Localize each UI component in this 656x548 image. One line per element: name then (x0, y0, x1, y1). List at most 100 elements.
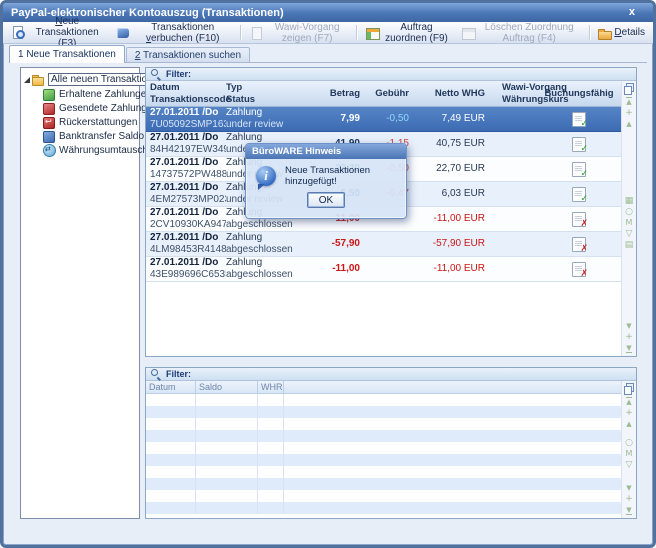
transaction-row[interactable]: 27.01.2011 /Do 7U05092SMP163920N Zahlung… (146, 107, 622, 132)
saldo-table-body (146, 394, 622, 518)
copy-rows-icon[interactable] (625, 241, 634, 249)
empty-row (146, 502, 622, 514)
column-header[interactable]: Typ Status (226, 81, 306, 106)
bookable-status-icon (572, 187, 586, 202)
transaction-date: 27.01.2011 /Do (150, 232, 226, 244)
tree-item[interactable]: Gesendete Zahlungen (21, 101, 139, 115)
empty-row (146, 394, 622, 406)
add-icon[interactable] (625, 409, 633, 417)
app-window: PayPal-elektronischer Kontoauszug (Trans… (0, 0, 656, 548)
toolbar-button[interactable]: Details (592, 24, 650, 42)
transaction-type: Zahlung (226, 232, 306, 244)
columns-icon[interactable] (625, 197, 634, 205)
copy-icon[interactable] (624, 383, 634, 394)
column-header-datum[interactable]: Datum (146, 381, 196, 393)
column-header-whr[interactable]: WHR (258, 381, 284, 393)
wawi-cell (487, 207, 547, 231)
toolbar-button[interactable]: Auftrag zuordnen (F9) (360, 20, 456, 46)
sent-icon (43, 102, 55, 114)
hinweis-dialog: BüroWARE Hinweis Neue Transaktionen hinz… (245, 143, 407, 219)
toolbar-button-group: Auftrag zuordnen (F9) (360, 20, 456, 46)
filter-bar[interactable]: Filter: (146, 68, 636, 81)
grid-icon (365, 26, 379, 40)
close-button[interactable]: x (629, 7, 635, 18)
docgray-icon (249, 26, 263, 40)
tree-item[interactable]: Rückerstattungen (21, 115, 139, 129)
toolbar-button[interactable]: Löschen Zuordnung Auftrag (F4) (456, 20, 586, 46)
toolbar-separator (589, 25, 590, 40)
scroll-bottom-icon[interactable] (626, 344, 631, 353)
saldo-filter-bar[interactable]: Filter: (146, 368, 636, 381)
toolbar-button-label: Details (614, 27, 645, 38)
column-header[interactable]: Netto WHG (411, 81, 487, 106)
transaction-row[interactable]: 27.01.2011 /Do 4LM98453R41486714 Zahlung… (146, 232, 622, 257)
column-header[interactable]: Betrag (306, 81, 362, 106)
wawi-cell (487, 257, 547, 281)
scroll-bottom-icon[interactable] (626, 506, 631, 515)
mark-icon[interactable] (626, 219, 633, 227)
transaction-amount: -57,90 (332, 238, 360, 250)
transaction-net: -11,00 EUR (433, 263, 485, 275)
copy-icon[interactable] (624, 83, 634, 94)
ok-button[interactable]: OK (307, 192, 345, 208)
empty-row (146, 454, 622, 466)
transaction-net: 40,75 EUR (436, 138, 485, 150)
funnel-icon[interactable] (626, 461, 633, 469)
add-icon[interactable] (625, 495, 633, 503)
column-header[interactable]: Buchungsfähig (547, 81, 611, 106)
search-icon[interactable] (625, 208, 633, 216)
scroll-top-icon[interactable] (626, 397, 631, 406)
down-icon[interactable] (626, 484, 631, 492)
gridgray-icon (461, 26, 475, 40)
tree-item-all-transactions[interactable]: Alle neuen Transaktionen (21, 72, 139, 87)
transaction-status: abgeschlossen (226, 244, 306, 256)
column-header[interactable]: Gebühr (362, 81, 411, 106)
book-icon (116, 26, 130, 40)
up-icon[interactable] (626, 420, 631, 428)
dialog-titlebar[interactable]: BüroWARE Hinweis (246, 144, 406, 159)
transaction-row[interactable]: 27.01.2011 /Do 43E989696C6535442 Zahlung… (146, 257, 622, 282)
toolbar-button[interactable]: Wawi-Vorgang zeigen (F7) (244, 20, 354, 46)
tree-item[interactable]: Banktransfer Saldo (21, 129, 139, 143)
toolbar-separator (240, 25, 241, 40)
add-icon[interactable] (625, 109, 633, 117)
column-header-saldo[interactable]: Saldo (196, 381, 258, 393)
transaction-net: -57,90 EUR (433, 238, 485, 250)
wawi-cell (487, 107, 547, 131)
transaction-amount: -11,00 (332, 263, 360, 275)
transaction-code: 84H42197EW349273P (150, 144, 226, 156)
transaction-status: under review (226, 119, 306, 131)
mark-icon[interactable] (626, 450, 633, 458)
down-icon[interactable] (626, 322, 631, 330)
empty-row (146, 442, 622, 454)
transaction-type: Zahlung (226, 257, 306, 269)
search-icon[interactable] (625, 439, 633, 447)
toolbar-button-group: Details (592, 24, 650, 42)
saldo-side-toolbar (621, 381, 636, 518)
tree-item-label: Rückerstattungen (59, 117, 137, 128)
tree-item-label: Währungsumtausch (59, 145, 148, 156)
column-header[interactable]: Datum Transaktionscode (150, 81, 226, 106)
tab[interactable]: 2 Transaktionen suchen (126, 47, 250, 62)
up-icon[interactable] (626, 120, 631, 128)
column-header[interactable]: Wawi-Vorgang Währungskurs (487, 81, 547, 106)
tree-expander-icon[interactable] (24, 77, 30, 83)
tab-bar: 1 Neue Transaktionen 2 Transaktionen suc… (9, 44, 647, 63)
scroll-top-icon[interactable] (626, 97, 631, 106)
funnel-icon[interactable] (626, 230, 633, 238)
tree-item[interactable]: Währungsumtausch (21, 143, 139, 157)
bookable-status-icon (572, 162, 586, 177)
toolbar-button[interactable]: Transaktionen verbuchen (F10) (111, 20, 237, 46)
tab[interactable]: 1 Neue Transaktionen (9, 45, 125, 63)
dialog-message: Neue Transaktionen hinzugefügt! (285, 165, 400, 187)
tab-label: 2 Transaktionen suchen (135, 50, 241, 61)
toolbar-separator (356, 25, 357, 40)
category-tree: Alle neuen Transaktionen Erhaltene Zahlu… (20, 67, 140, 519)
received-icon (43, 88, 55, 100)
toolbar-button-label: Auftrag zuordnen (F9) (382, 22, 451, 44)
tree-item[interactable]: Erhaltene Zahlungen (21, 87, 139, 101)
add-icon[interactable] (625, 333, 633, 341)
folder-icon (32, 74, 44, 86)
toolbar-button-group: Wawi-Vorgang zeigen (F7) (244, 20, 360, 46)
empty-row (146, 430, 622, 442)
